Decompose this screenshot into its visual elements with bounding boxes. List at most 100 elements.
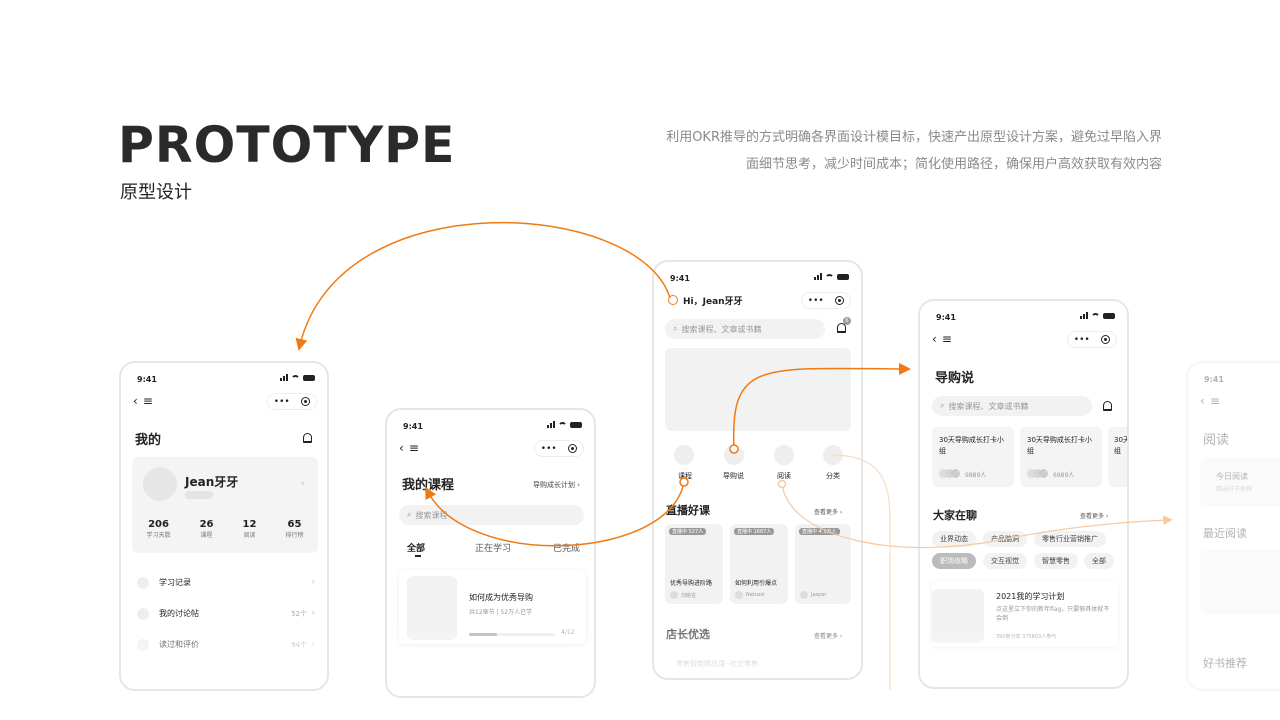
capsule-menu[interactable]: ••• <box>801 292 851 309</box>
category-icon-course[interactable] <box>674 445 694 465</box>
reading-card[interactable]: 今日阅读 精选好书推荐 <box>1200 457 1280 507</box>
user-name: Jean牙牙 <box>185 475 239 489</box>
group-count: 6989人 <box>1053 472 1075 479</box>
banner[interactable] <box>665 348 851 431</box>
capsule-menu[interactable]: ••• <box>267 393 317 410</box>
course-meta: 共12章节 | 52万人已学 <box>469 609 533 616</box>
close-target-icon[interactable] <box>1101 335 1111 344</box>
author-name: 刘晓言 <box>681 593 697 599</box>
back-icon[interactable]: ‹ <box>399 441 404 455</box>
more-icon[interactable]: ••• <box>541 444 557 454</box>
group-card[interactable]: 30天导购成长打卡小组 9889人 <box>932 427 1014 487</box>
topic-tag[interactable]: 全部 <box>1084 553 1114 569</box>
topic-tag[interactable]: 业界动态 <box>932 531 976 547</box>
course-card[interactable]: 如何成为优秀导购 共12章节 | 52万人已学 4/12 <box>399 570 586 644</box>
stat-item[interactable]: 26 课程 <box>200 519 214 539</box>
avatar[interactable] <box>668 295 678 305</box>
more-icon[interactable]: ••• <box>274 397 290 407</box>
recent-card[interactable] <box>1200 549 1280 615</box>
tab-all[interactable]: 全部 <box>407 541 425 554</box>
arrow-home-to-profile <box>295 221 671 351</box>
category-icon-classify[interactable] <box>823 445 843 465</box>
group-title: 30天导购成长打卡小组 <box>1114 436 1127 455</box>
bell-icon[interactable] <box>1103 401 1112 411</box>
category-icon-guide[interactable] <box>724 445 744 465</box>
live-section-title: 直播好课 <box>666 504 710 517</box>
menu-item-icon <box>137 608 149 620</box>
bottom-section-title: 好书推荐 <box>1203 657 1247 670</box>
capsule-menu[interactable]: ••• <box>1067 331 1117 348</box>
topic-tag[interactable]: 交互视觉 <box>983 553 1027 569</box>
description: 利用OKR推导的方式明确各界面设计模目标，快速产出原型设计方案，避免过早陷入界 … <box>602 124 1162 178</box>
status-time: 9:41 <box>1204 375 1224 384</box>
see-more-link[interactable]: 查看更多 › <box>814 507 842 516</box>
bell-icon[interactable] <box>303 433 312 443</box>
see-more-link[interactable]: 查看更多 › <box>814 631 842 640</box>
member-avatar <box>1039 469 1048 478</box>
category-label[interactable]: 分类 <box>826 471 840 481</box>
close-target-icon[interactable] <box>568 444 578 453</box>
growth-plan-link[interactable]: 导购成长计划 › <box>533 480 580 490</box>
live-card[interactable]: 直播中 1687人 如何利用引爆点 Natuzzi <box>730 524 788 604</box>
topic-tag[interactable]: 智慧零售 <box>1034 553 1078 569</box>
menu-item-icon <box>137 639 149 651</box>
chevron-right-icon[interactable]: › <box>301 479 305 489</box>
search-icon: ⌕ <box>940 401 945 410</box>
menu-item[interactable]: 读过和评价 94个 › <box>137 639 315 653</box>
back-icon[interactable]: ‹ <box>932 332 937 346</box>
description-line-1: 利用OKR推导的方式明确各界面设计模目标，快速产出原型设计方案，避免过早陷入界 <box>666 130 1162 145</box>
menu-item-meta: 52个 <box>291 610 307 618</box>
live-badge: 直播中 527人 <box>669 528 707 535</box>
stat-item[interactable]: 12 阅读 <box>243 519 257 539</box>
category-label[interactable]: 阅读 <box>777 471 791 481</box>
page-title: 导购说 <box>935 371 975 386</box>
page-title: 我的 <box>135 433 162 448</box>
progress-fill <box>469 633 498 636</box>
menu-item[interactable]: 学习记录 › <box>137 577 315 591</box>
more-icon[interactable]: ••• <box>1074 335 1090 345</box>
topic-tag[interactable]: 零售行业营销推广 <box>1034 531 1106 547</box>
stat-item[interactable]: 65 排行榜 <box>285 519 303 539</box>
store-item-title[interactable]: 零售智能精品课--社交零售 <box>676 659 758 669</box>
course-thumbnail <box>407 576 457 640</box>
tab-learning[interactable]: 正在学习 <box>475 541 511 554</box>
user-tag <box>185 491 213 499</box>
post-thumbnail <box>932 589 984 643</box>
back-icon[interactable]: ‹ <box>1200 394 1205 408</box>
phone-profile: 9:41 ‹ ≡ ••• 我的 Jean牙牙 › 206 学习天数 26 课程 12 阅… <box>119 361 329 691</box>
post-card[interactable]: 2021我的学习计划 点这里立下你的新年flag，只要够具体就不会倒 390条分… <box>932 581 1118 647</box>
topic-tag[interactable]: 产品脑洞 <box>983 531 1027 547</box>
menu-icon[interactable]: ≡ <box>942 332 952 346</box>
fade-overlay <box>121 619 327 689</box>
tab-completed[interactable]: 已完成 <box>553 541 580 554</box>
live-card[interactable]: 直播中 527人 优秀导购进阶路 刘晓言 <box>665 524 723 604</box>
avatar[interactable] <box>143 467 177 501</box>
search-input[interactable]: ⌕ 搜索课程、文章或书籍 <box>932 396 1092 416</box>
capsule-menu[interactable]: ••• <box>534 440 584 457</box>
topic-tag-selected[interactable]: 职场攻略 <box>932 553 976 569</box>
menu-icon[interactable]: ≡ <box>143 394 153 408</box>
search-input[interactable]: ⌕ 搜索课程 <box>399 505 584 525</box>
group-card[interactable]: 30天导购成长打卡小组 6989人 <box>1020 427 1102 487</box>
menu-icon[interactable]: ≡ <box>409 441 419 455</box>
back-icon[interactable]: ‹ <box>133 394 138 408</box>
menu-icon[interactable]: ≡ <box>1210 394 1220 408</box>
live-card-title: 如何利用引爆点 <box>735 580 778 587</box>
phone-home: 9:41 Hi，Jean牙牙 ••• ⌕ 搜索课程、文章或书籍 6 课程 导购说 … <box>652 260 863 680</box>
more-icon[interactable]: ••• <box>808 296 824 306</box>
group-count: 9889人 <box>965 472 987 479</box>
menu-item[interactable]: 我的讨论帖 52个 › <box>137 608 315 622</box>
menu-item-label: 我的讨论帖 <box>159 609 199 618</box>
post-meta: 390条分享 375603人参与 <box>996 634 1057 640</box>
hero-title: PROTOTYPE <box>118 116 456 174</box>
category-label[interactable]: 导购说 <box>723 471 744 481</box>
see-more-link[interactable]: 查看更多 › <box>1080 511 1108 520</box>
close-target-icon[interactable] <box>301 397 311 406</box>
close-target-icon[interactable] <box>835 296 845 305</box>
group-card[interactable]: 30天导购成长打卡小组 <box>1108 427 1127 487</box>
category-icon-reading[interactable] <box>774 445 794 465</box>
live-card[interactable]: 直播中 4.1万人 Jasper <box>795 524 851 604</box>
search-input[interactable]: ⌕ 搜索课程、文章或书籍 <box>665 319 825 339</box>
category-label[interactable]: 课程 <box>678 471 692 481</box>
stat-item[interactable]: 206 学习天数 <box>147 519 171 539</box>
